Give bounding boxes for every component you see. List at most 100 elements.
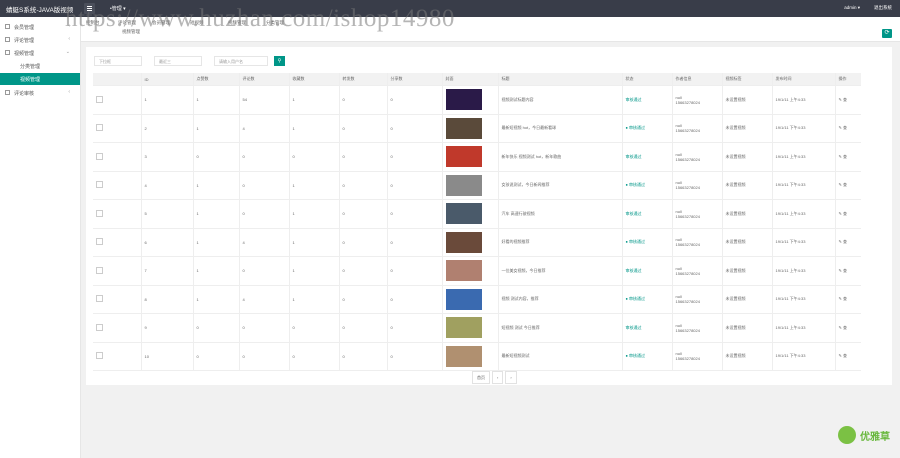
row-actions[interactable]: ✎ 查: [834, 256, 861, 286]
menu-toggle-button[interactable]: [84, 3, 95, 14]
video-thumbnail[interactable]: [445, 317, 482, 339]
cell-title: 短视频 测试 今日推荐: [497, 313, 622, 343]
row-actions[interactable]: ✎ 查: [834, 85, 861, 115]
cell-author: null 15663278024: [671, 199, 722, 229]
table-row: 5 1 0 1 0 0 汽车 高速行驶视频 审核通过 null 15663278024 未设置视频…: [93, 199, 861, 229]
cell-c4: 0: [338, 199, 387, 229]
video-thumbnail[interactable]: [445, 345, 482, 367]
cell-tag: 未设置视频: [721, 142, 772, 172]
cell-title: 汽车 高速行驶视频: [497, 199, 622, 229]
search-select-2[interactable]: 最近三: [154, 56, 202, 66]
row-actions[interactable]: ✎ 查: [834, 285, 861, 314]
tab-video-manage[interactable]: 视频管理: [228, 20, 246, 26]
cover-cell: [441, 313, 498, 343]
cell-time: 19/1/11 上午4:33: [771, 256, 835, 286]
cell-c3: 1: [288, 85, 339, 115]
row-checkbox[interactable]: [96, 95, 103, 103]
cell-time: 19/1/11 上午4:33: [771, 313, 835, 343]
table-header: 操作: [834, 73, 861, 86]
cell-id: 4: [140, 171, 193, 200]
cell-c4: 0: [338, 256, 387, 286]
content-panel: 下拉框 最近三 请输入用户名 ⚲ ID 点赞数 评论数 收藏数 转发数 分享数 …: [86, 47, 892, 385]
search-username-input[interactable]: 请输入用户名: [214, 56, 268, 66]
cell-c1: 1: [192, 228, 239, 257]
sidebar-item-members[interactable]: 会员管理 ‹: [0, 21, 80, 33]
user-menu[interactable]: admin ▾: [844, 5, 860, 11]
table-row: 1 1 54 1 0 0 视频测试标题内容 审核通过 null 15663278024 未设置视频…: [93, 85, 861, 115]
video-thumbnail[interactable]: [445, 146, 482, 168]
cell-author: null 15663278024: [671, 114, 722, 143]
row-actions[interactable]: ✎ 查: [834, 313, 861, 343]
row-checkbox[interactable]: [96, 124, 103, 132]
leaf-logo-icon: [838, 426, 856, 444]
cell-c3: 1: [288, 228, 339, 257]
tab-sub-video[interactable]: 视频管理: [122, 29, 140, 35]
sidebar-item-comments[interactable]: 评论管理 ‹: [0, 34, 80, 46]
cell-status: 审核通过: [621, 256, 672, 286]
cell-tag: 未设置视频: [721, 256, 772, 286]
first-page-button[interactable]: 首页: [472, 371, 490, 384]
cell-c3: 0: [288, 142, 339, 172]
tab-bar: 控制台 评论管理 会员管理 短视频 视频管理 分类管理 视频管理 ⟳: [80, 17, 900, 42]
row-checkbox[interactable]: [96, 238, 103, 246]
row-actions[interactable]: ✎ 查: [834, 171, 861, 200]
table-row: 4 1 0 1 0 0 女孩说测试，今日新闻推荐 ● 审核通过 null 15663278024…: [93, 171, 861, 200]
tab-short-video[interactable]: 短视频: [190, 20, 204, 26]
video-thumbnail[interactable]: [445, 231, 482, 253]
table-header: 评论数: [238, 73, 289, 86]
row-checkbox[interactable]: [96, 209, 103, 217]
cover-cell: [441, 199, 498, 229]
cell-c4: 0: [338, 228, 387, 257]
row-actions[interactable]: ✎ 查: [834, 142, 861, 172]
prev-page-button[interactable]: ‹: [492, 371, 504, 384]
video-thumbnail[interactable]: [445, 174, 482, 196]
comment-icon: [5, 37, 10, 42]
refresh-button[interactable]: ⟳: [882, 29, 892, 38]
cell-c2: 0: [238, 256, 289, 286]
row-checkbox[interactable]: [96, 266, 103, 274]
cell-author: null 15663278024: [671, 313, 722, 343]
row-actions[interactable]: ✎ 查: [834, 228, 861, 257]
video-thumbnail[interactable]: [445, 117, 482, 139]
sidebar-item-video-manage[interactable]: 视频管理: [0, 73, 80, 85]
logout-link[interactable]: 退出系统: [874, 5, 892, 11]
row-checkbox[interactable]: [96, 181, 103, 189]
video-thumbnail[interactable]: [445, 203, 482, 225]
tab-members[interactable]: 会员管理: [152, 20, 170, 26]
row-actions[interactable]: ✎ 查: [834, 342, 861, 371]
table-row: 6 1 4 1 0 0 好看的视频推荐 ● 审核通过 null 15663278024 未设置视频…: [93, 228, 861, 257]
sidebar: 会员管理 ‹ 评论管理 ‹ 视频管理 ⌄ 分类管理 视频管理 评论审核 ‹: [0, 17, 81, 458]
sidebar-item-videos[interactable]: 视频管理 ⌄: [0, 47, 80, 59]
row-actions[interactable]: ✎ 查: [834, 199, 861, 229]
cell-c3: 0: [288, 313, 339, 343]
row-checkbox[interactable]: [96, 352, 103, 360]
tab-category[interactable]: 分类管理: [266, 20, 284, 26]
top-menu[interactable]: •管理 ▾: [110, 5, 126, 12]
video-thumbnail[interactable]: [445, 260, 482, 282]
search-icon: ⚲: [277, 58, 282, 64]
video-thumbnail[interactable]: [445, 288, 482, 310]
row-checkbox[interactable]: [96, 152, 103, 160]
cell-c4: 0: [338, 171, 387, 200]
tab-console[interactable]: 控制台: [86, 20, 100, 26]
tab-comments[interactable]: 评论管理: [118, 20, 136, 26]
cover-cell: [441, 285, 498, 314]
row-select-cell: [93, 256, 141, 286]
video-thumbnail[interactable]: [445, 89, 482, 111]
cell-c3: 0: [288, 342, 339, 371]
sidebar-item-review[interactable]: 评论审核 ‹: [0, 87, 80, 99]
table-header: 标题: [497, 73, 622, 86]
next-page-button[interactable]: ›: [505, 371, 517, 384]
row-checkbox[interactable]: [96, 323, 103, 331]
cover-cell: [441, 342, 498, 371]
cell-title: 最新短视频 hot，今日最新看球: [497, 114, 622, 143]
cell-c2: 0: [238, 342, 289, 371]
cell-status: 审核通过: [621, 199, 672, 229]
row-actions[interactable]: ✎ 查: [834, 114, 861, 143]
search-select-1[interactable]: 下拉框: [94, 56, 142, 66]
search-button[interactable]: ⚲: [274, 56, 285, 66]
sidebar-item-category[interactable]: 分类管理: [0, 60, 80, 72]
cell-author: null 15663278024: [671, 142, 722, 172]
cell-c5: 0: [386, 142, 442, 172]
row-checkbox[interactable]: [96, 295, 103, 303]
